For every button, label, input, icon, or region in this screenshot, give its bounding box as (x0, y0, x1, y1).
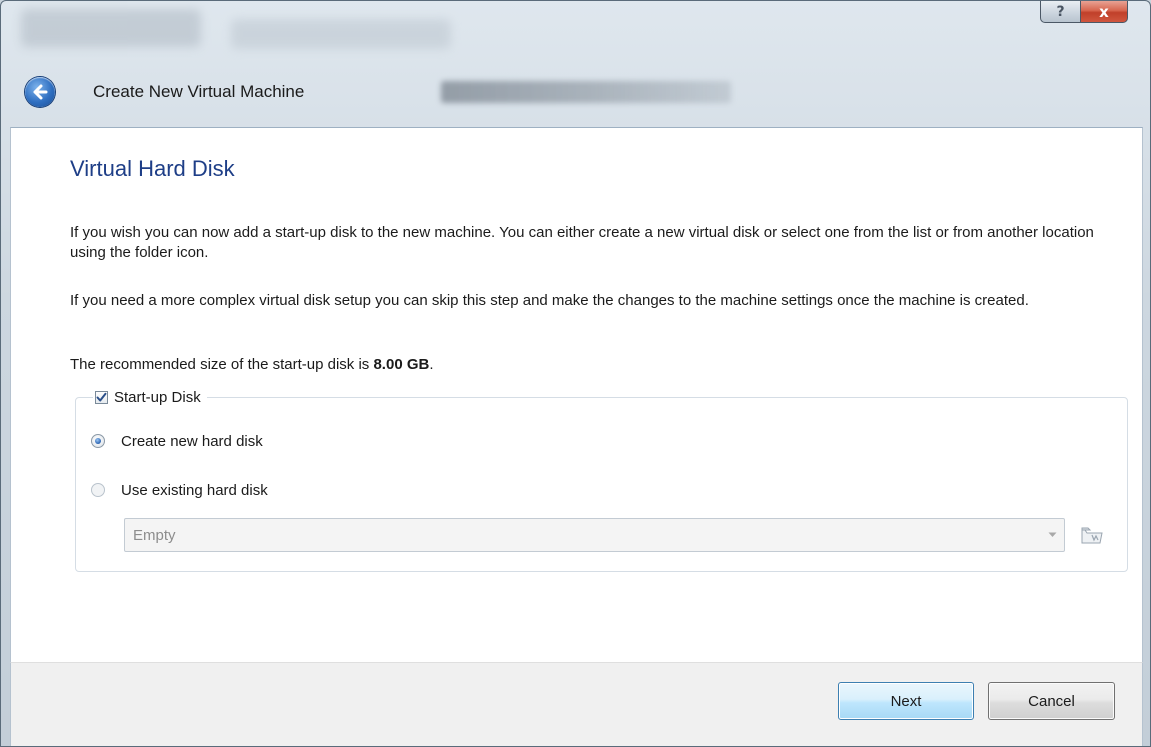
radio-selected-dot (95, 438, 101, 444)
blurred-background (21, 9, 201, 47)
use-existing-disk-option[interactable]: Use existing hard disk (91, 479, 268, 501)
create-new-disk-radio[interactable] (91, 434, 105, 448)
close-button[interactable]: x (1080, 1, 1128, 23)
startup-disk-checkbox-row[interactable]: Start-up Disk (93, 385, 207, 409)
recommended-size-prefix: The recommended size of the start-up dis… (70, 356, 374, 373)
existing-disk-select-value: Empty (133, 526, 176, 544)
recommended-size-suffix: . (429, 356, 434, 373)
chevron-down-icon[interactable] (1040, 532, 1064, 538)
back-arrow-icon (33, 84, 48, 100)
use-existing-disk-radio[interactable] (91, 483, 105, 497)
wizard-header: Create New Virtual Machine (1, 45, 1150, 127)
checkmark-icon (96, 392, 107, 401)
help-icon: ? (1056, 3, 1065, 20)
wizard-button-bar: Next Cancel (10, 662, 1143, 746)
startup-disk-label: Start-up Disk (114, 388, 201, 406)
startup-disk-checkbox[interactable] (95, 390, 108, 404)
wizard-window: ? x Create New Virtual Machine Virtual H… (0, 0, 1151, 747)
wizard-page: Virtual Hard Disk If you wish you can no… (10, 127, 1143, 662)
help-button[interactable]: ? (1040, 1, 1080, 23)
next-button[interactable]: Next (838, 682, 974, 720)
create-new-disk-option[interactable]: Create new hard disk (91, 430, 263, 452)
title-bar-controls: ? x (1040, 1, 1128, 23)
close-icon: x (1099, 2, 1109, 21)
folder-icon[interactable] (1079, 523, 1105, 547)
description-paragraph: If you wish you can now add a start-up d… (70, 224, 1094, 261)
wizard-title: Create New Virtual Machine (93, 82, 305, 101)
cancel-button[interactable]: Cancel (988, 682, 1115, 720)
blurred-background-window-title (441, 81, 731, 103)
page-heading: Virtual Hard Disk (70, 156, 235, 181)
create-new-disk-label: Create new hard disk (121, 432, 263, 450)
recommended-size-value: 8.00 GB (373, 356, 430, 373)
description-paragraph: If you need a more complex virtual disk … (70, 292, 1029, 309)
recommended-size-text: The recommended size of the start-up dis… (70, 355, 1120, 375)
use-existing-disk-label: Use existing hard disk (121, 481, 268, 499)
back-button[interactable] (25, 77, 55, 107)
existing-disk-select[interactable]: Empty (124, 518, 1065, 552)
